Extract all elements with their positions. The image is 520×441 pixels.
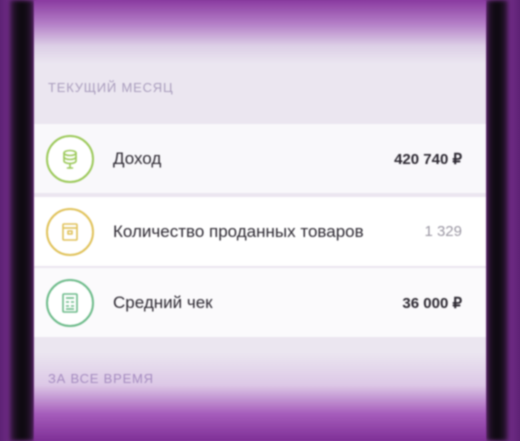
stat-label: Средний чек <box>113 292 213 312</box>
stat-row-items-sold[interactable]: Количество проданных товаров 1 329 <box>34 197 486 266</box>
stat-row-average-check[interactable]: Средний чек 36 000 ₽ <box>34 268 486 337</box>
phone-bezel-left <box>10 0 34 441</box>
phone-screen: ТЕКУЩИЙ МЕСЯЦ Доход 420 740 ₽ Количество… <box>34 0 486 441</box>
stat-value: 1 329 <box>424 223 462 240</box>
stat-label: Количество проданных товаров <box>113 221 364 241</box>
receipt-icon <box>46 278 94 327</box>
section-title-current-month: ТЕКУЩИЙ МЕСЯЦ <box>48 80 174 95</box>
stat-value: 36 000 ₽ <box>402 294 462 312</box>
phone-bezel-right <box>486 0 508 441</box>
stat-value: 420 740 ₽ <box>394 150 462 168</box>
coin-stack-icon <box>46 134 94 183</box>
section-title-all-time: ЗА ВСЕ ВРЕМЯ <box>48 371 154 386</box>
stat-label: Доход <box>113 148 162 168</box>
stat-row-revenue[interactable]: Доход 420 740 ₽ <box>34 124 486 193</box>
package-icon <box>46 207 94 256</box>
